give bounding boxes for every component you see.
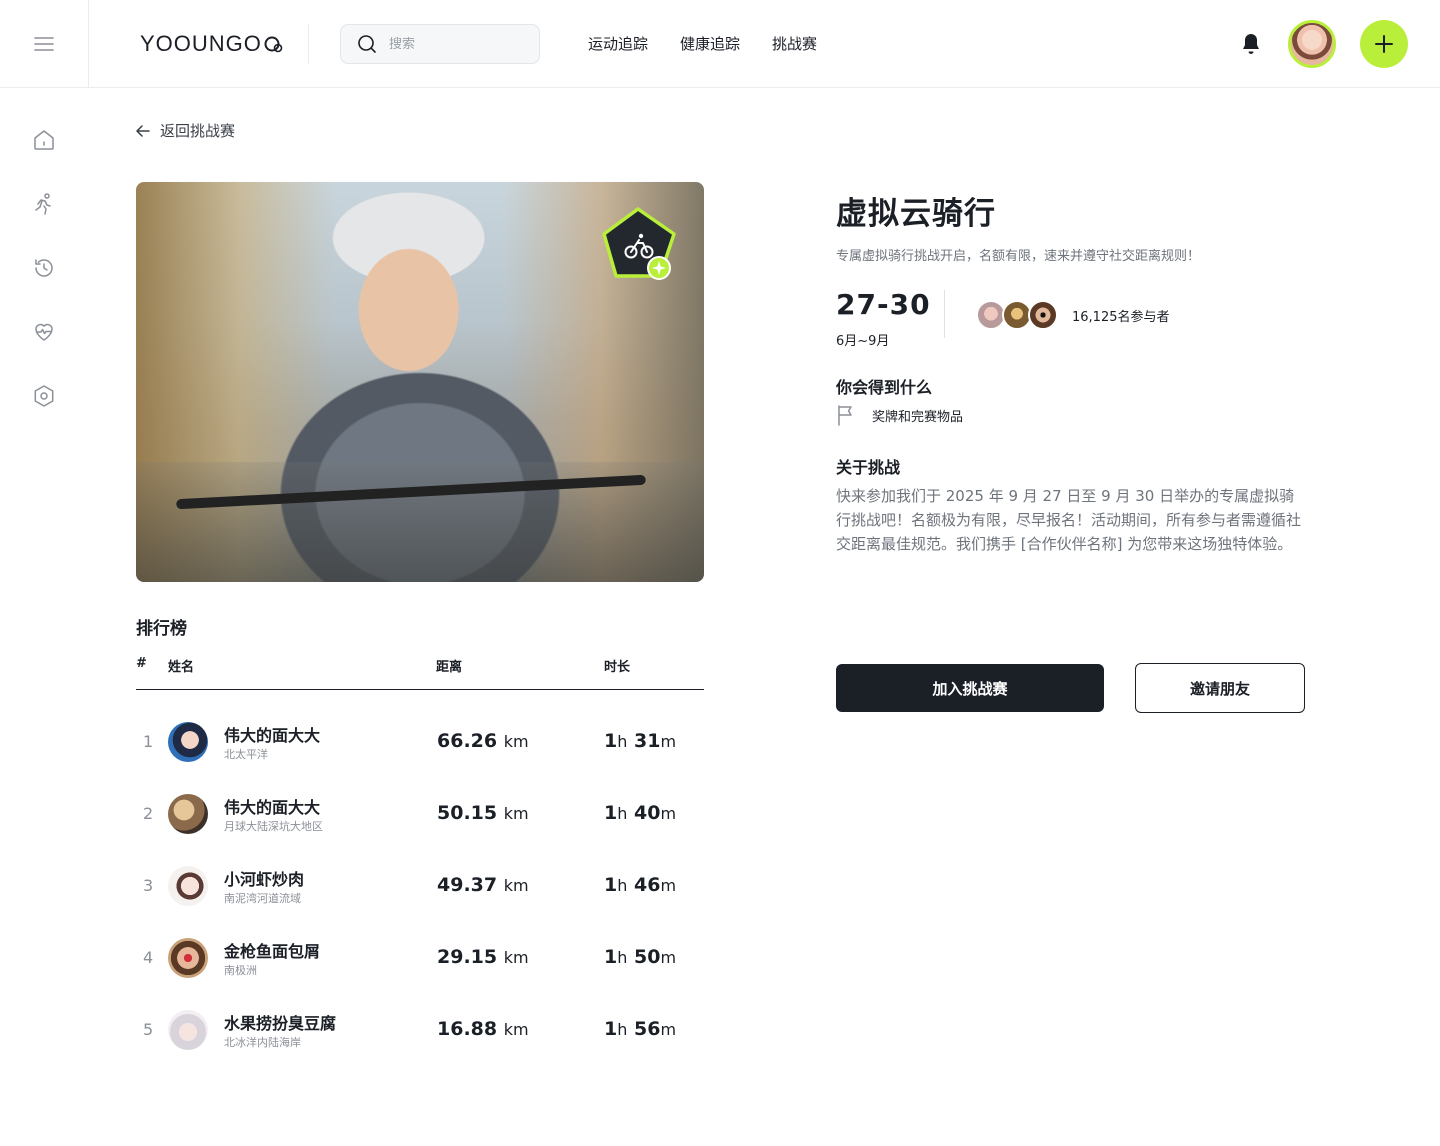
duration-value: 1h 40m: [604, 802, 677, 824]
search-box[interactable]: [340, 24, 540, 64]
sidebar: [0, 89, 89, 1146]
leaderboard-row[interactable]: 5 水果捞扮臭豆腐 北冰洋内陆海岸 16.88 km 1h 56m: [136, 998, 704, 1070]
leaderboard-row[interactable]: 1 伟大的面大大 北太平洋 66.26 km 1h 31m: [136, 710, 704, 782]
row-rank: 5: [143, 1020, 154, 1039]
distance-value: 49.37 km: [437, 874, 529, 896]
arrow-left-icon: [136, 124, 150, 137]
settings-hexagon-icon: [34, 385, 54, 407]
notifications-button[interactable]: [1240, 32, 1262, 60]
participant-location: 北冰洋内陆海岸: [224, 1036, 301, 1049]
top-nav: 运动追踪 健康追踪 挑战赛: [588, 33, 817, 54]
row-rank: 1: [143, 732, 154, 751]
reward-item-label: 奖牌和完赛物品: [872, 409, 964, 425]
flag-icon: [838, 405, 852, 426]
plus-icon: [1375, 35, 1393, 53]
participants-count: 16,125名参与者: [1072, 310, 1170, 325]
duration-value: 1h 46m: [604, 874, 677, 896]
avatar: [168, 866, 208, 906]
challenge-subtitle: 专属虚拟骑行挑战开启，名额有限，速来并遵守社交距离规则！: [836, 249, 1201, 264]
distance-value: 50.15 km: [437, 802, 529, 824]
sidebar-item-settings[interactable]: [29, 381, 59, 411]
participant-name: 伟大的面大大: [224, 798, 321, 817]
leaderboard-row[interactable]: 3 小河虾炒肉 南泥湾河道流域 49.37 km 1h 46m: [136, 854, 704, 926]
challenge-title: 虚拟云骑行: [836, 196, 996, 232]
participant-location: 月球大陆深坑大地区: [224, 820, 323, 833]
row-rank: 2: [143, 804, 154, 823]
row-rank: 3: [143, 876, 154, 895]
col-name: 姓名: [168, 660, 195, 675]
leaderboard-header: # 姓名 距离 时长: [136, 654, 704, 690]
hamburger-menu-icon: [34, 37, 54, 51]
brand-logo[interactable]: YOOUNGO: [140, 30, 284, 58]
participant-location: 南泥湾河道流域: [224, 892, 301, 905]
duration-value: 1h 56m: [604, 1018, 677, 1040]
duration-value: 1h 31m: [604, 730, 677, 752]
stats-divider: [944, 290, 945, 338]
cycling-badge-icon: [602, 207, 676, 280]
challenge-hero-image: [136, 182, 704, 582]
menu-button[interactable]: [0, 0, 89, 88]
participant-name: 水果捞扮臭豆腐: [224, 1014, 337, 1033]
join-challenge-button[interactable]: 加入挑战赛: [836, 664, 1104, 712]
col-distance: 距离: [436, 660, 463, 675]
avatar: [168, 794, 208, 834]
back-to-challenges-link[interactable]: 返回挑战赛: [136, 120, 235, 141]
distance-value: 16.88 km: [437, 1018, 529, 1040]
sidebar-item-history[interactable]: [29, 253, 59, 283]
heart-rate-icon: [35, 323, 53, 341]
row-rank: 4: [143, 948, 154, 967]
invite-friends-button[interactable]: 邀请朋友: [1135, 663, 1305, 713]
col-rank: #: [136, 656, 147, 671]
col-duration: 时长: [604, 660, 631, 675]
challenge-dates: 27-30: [836, 288, 931, 321]
participant-avatar: [1028, 300, 1058, 330]
header-divider: [308, 24, 309, 64]
participant-name: 小河虾炒肉: [224, 870, 305, 889]
sidebar-item-health[interactable]: [29, 317, 59, 347]
back-link-label: 返回挑战赛: [160, 122, 236, 140]
participant-location: 北太平洋: [224, 748, 268, 761]
leaderboard-row[interactable]: 2 伟大的面大大 月球大陆深坑大地区 50.15 km 1h 40m: [136, 782, 704, 854]
logo-mark-icon: [264, 36, 283, 53]
leaderboard-row[interactable]: 4 金枪鱼面包屑 南极洲 29.15 km 1h 50m: [136, 926, 704, 998]
search-input[interactable]: [389, 36, 509, 52]
leaderboard-title: 排行榜: [136, 619, 187, 639]
sidebar-item-running[interactable]: [29, 189, 59, 219]
bell-icon: [1243, 34, 1259, 54]
duration-value: 1h 50m: [604, 946, 677, 968]
participant-name: 伟大的面大大: [224, 726, 321, 745]
running-icon: [35, 193, 51, 215]
reward-item: 奖牌和完赛物品: [836, 404, 963, 426]
about-heading: 关于挑战: [836, 458, 901, 477]
avatar: [168, 722, 208, 762]
nav-activity-tracking[interactable]: 运动追踪: [588, 33, 648, 54]
about-text: 快来参加我们于 2025 年 9 月 27 日至 9 月 30 日举办的专属虚拟…: [836, 487, 1302, 553]
user-avatar[interactable]: [1288, 20, 1336, 68]
reward-heading: 你会得到什么: [836, 378, 933, 397]
history-icon: [35, 259, 53, 277]
top-header: YOOUNGO 运动追踪 健康追踪 挑战赛: [0, 0, 1440, 88]
home-icon: [34, 130, 54, 150]
participant-location: 南极洲: [224, 964, 257, 977]
avatar: [168, 1010, 208, 1050]
sidebar-item-home[interactable]: [29, 125, 59, 155]
distance-value: 29.15 km: [437, 946, 529, 968]
add-button[interactable]: [1360, 20, 1408, 68]
participant-name: 金枪鱼面包屑: [224, 942, 321, 961]
distance-value: 66.26 km: [437, 730, 529, 752]
logo-text: YOOUNGO: [140, 31, 262, 56]
avatar: [168, 938, 208, 978]
challenge-months: 6月~9月: [836, 334, 890, 349]
search-icon: [358, 35, 376, 53]
nav-health-tracking[interactable]: 健康追踪: [680, 33, 740, 54]
nav-challenges[interactable]: 挑战赛: [772, 33, 817, 54]
